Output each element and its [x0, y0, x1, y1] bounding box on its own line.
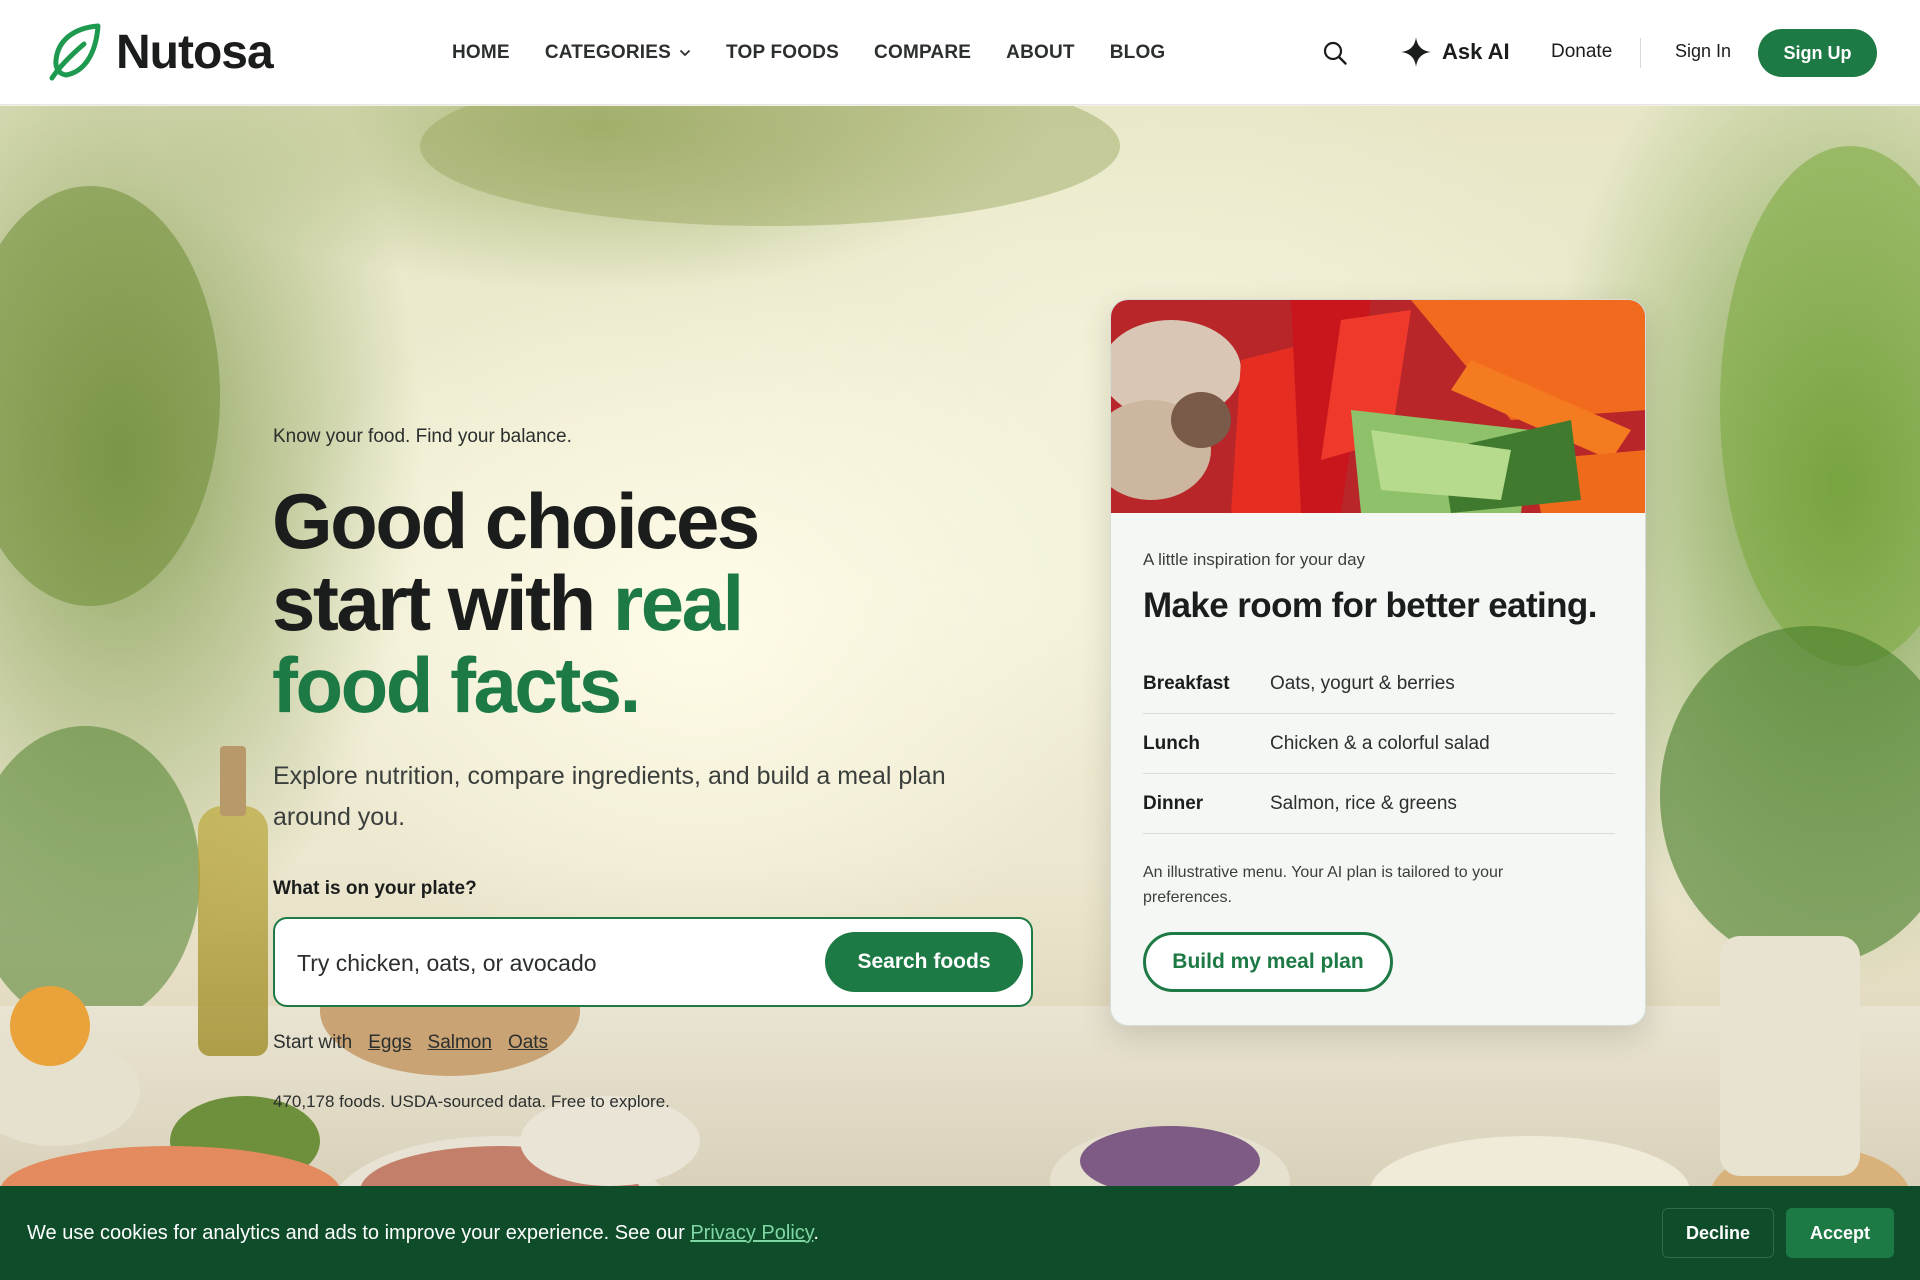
- search-foods-button[interactable]: Search foods: [825, 932, 1023, 992]
- nav-top-foods-label: TOP FOODS: [726, 41, 840, 63]
- leaf-icon: [49, 23, 101, 81]
- nav-categories-label: CATEGORIES: [544, 41, 672, 63]
- quick-start-links: Start with Eggs Salmon Oats: [273, 1032, 548, 1054]
- hero-section: Know your food. Find your balance. Good …: [0, 106, 1920, 1186]
- accept-cookies-button[interactable]: Accept: [1786, 1208, 1894, 1258]
- quick-start-label: Start with: [273, 1032, 353, 1053]
- card-disclaimer: An illustrative menu. Your AI plan is ta…: [1143, 864, 1504, 906]
- search-icon[interactable]: [1322, 40, 1348, 66]
- quick-link-eggs[interactable]: Eggs: [368, 1032, 411, 1054]
- meal-name: Dinner: [1143, 792, 1204, 814]
- nav-home[interactable]: HOME: [452, 42, 510, 64]
- main-nav: HOME CATEGORIES TOP FOODS COMPARE ABOUT …: [452, 0, 1200, 105]
- sign-up-button[interactable]: Sign Up: [1758, 29, 1877, 77]
- hero-tagline: Know your food. Find your balance.: [273, 426, 572, 447]
- privacy-policy-link[interactable]: Privacy Policy: [690, 1222, 813, 1244]
- cookie-text: We use cookies for analytics and ads to …: [27, 1222, 691, 1244]
- nav-categories[interactable]: CATEGORIES: [545, 42, 691, 64]
- meal-description: Oats, yogurt & berries: [1270, 672, 1455, 694]
- sign-in-link[interactable]: Sign In: [1675, 41, 1731, 62]
- ask-ai-label: Ask AI: [1442, 39, 1510, 64]
- site-header: Nutosa HOME CATEGORIES TOP FOODS COMPARE…: [0, 0, 1920, 105]
- nav-top-foods[interactable]: TOP FOODS: [726, 42, 839, 64]
- menu-row-lunch: Lunch Chicken & a colorful salad: [1143, 714, 1615, 774]
- build-meal-plan-button[interactable]: Build my meal plan: [1143, 932, 1393, 992]
- food-search-form: Search foods: [273, 917, 1033, 1007]
- nav-blog-label: BLOG: [1109, 41, 1166, 63]
- nav-about-label: ABOUT: [1006, 41, 1075, 63]
- nav-compare-label: COMPARE: [874, 41, 972, 63]
- cookie-message: We use cookies for analytics and ads to …: [27, 1222, 819, 1245]
- vegetables-image: [1111, 300, 1645, 513]
- card-title: Make room for better eating.: [1143, 586, 1597, 625]
- quick-link-oats[interactable]: Oats: [508, 1032, 548, 1054]
- card-kicker: A little inspiration for your day: [1143, 550, 1366, 569]
- meal-description: Salmon, rice & greens: [1270, 792, 1457, 814]
- meal-description: Chicken & a colorful salad: [1270, 732, 1490, 754]
- decline-cookies-button[interactable]: Decline: [1662, 1208, 1774, 1258]
- search-label: What is on your plate?: [273, 878, 477, 899]
- cookie-suffix: .: [813, 1222, 819, 1244]
- quick-link-salmon[interactable]: Salmon: [428, 1032, 492, 1054]
- chevron-down-icon: [679, 49, 691, 56]
- meal-inspiration-card: A little inspiration for your day Make r…: [1110, 299, 1646, 1026]
- menu-row-dinner: Dinner Salmon, rice & greens: [1143, 774, 1615, 834]
- header-divider: [1640, 38, 1641, 68]
- brand-name: Nutosa: [116, 25, 274, 79]
- food-search-input[interactable]: [297, 941, 797, 985]
- nav-about[interactable]: ABOUT: [1006, 42, 1075, 64]
- nav-compare[interactable]: COMPARE: [874, 42, 971, 64]
- nav-blog[interactable]: BLOG: [1110, 42, 1166, 64]
- meal-name: Breakfast: [1143, 672, 1230, 694]
- hero-headline: Good choices start with real food facts.: [272, 480, 872, 726]
- cookie-banner: We use cookies for analytics and ads to …: [0, 1186, 1920, 1280]
- meal-name: Lunch: [1143, 732, 1200, 754]
- menu-row-breakfast: Breakfast Oats, yogurt & berries: [1143, 654, 1615, 714]
- donate-link[interactable]: Donate: [1551, 41, 1612, 63]
- ask-ai-button[interactable]: Ask AI: [1400, 34, 1510, 70]
- logo[interactable]: Nutosa: [44, 22, 274, 82]
- stats-note: 470,178 foods. USDA-sourced data. Free t…: [273, 1092, 670, 1111]
- nav-home-label: HOME: [452, 41, 510, 63]
- hero-subtitle: Explore nutrition, compare ingredients, …: [273, 762, 946, 831]
- sparkle-icon: [1401, 37, 1431, 67]
